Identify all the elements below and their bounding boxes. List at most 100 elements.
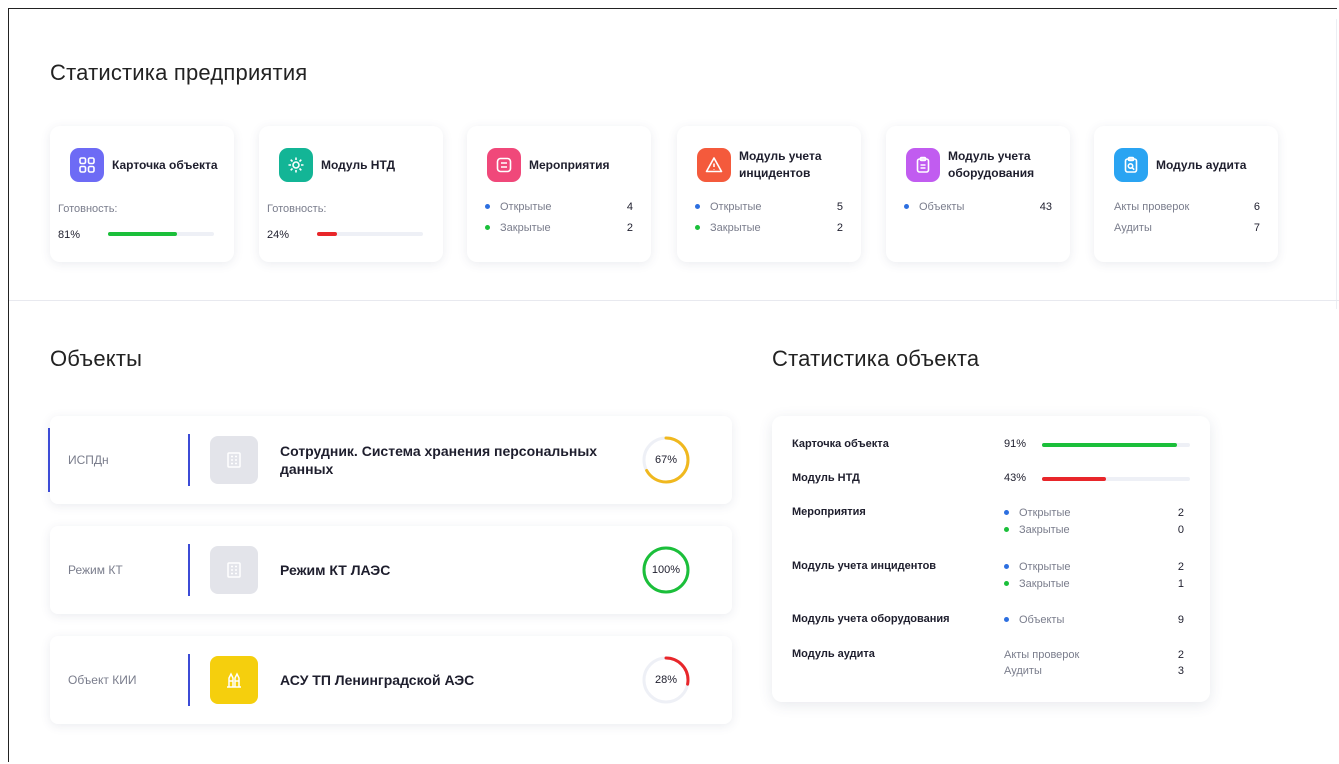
stat-incidents-label: Модуль учета инцидентов [792,560,937,572]
stat-events-label: Мероприятия [792,506,866,518]
closed-dot [1004,526,1009,532]
audits-row: Аудиты 7 [1114,222,1260,234]
closed-dot [1004,580,1009,586]
stat-equipment-objects: Объекты 9 [1004,614,1184,626]
closed-label: Закрытые [500,222,551,234]
divider [188,434,190,486]
objects-title: Объекты [50,346,143,371]
divider [188,654,190,706]
progress-percent: 100% [651,564,681,576]
object-stats-card: Карточка объекта 91% Модуль НТД 43% Меро… [772,416,1210,702]
open-value: 2 [1177,507,1184,519]
closed-row: Закрытые 2 [695,222,843,234]
object-row[interactable]: Режим КТ Режим КТ ЛАЭС 100% [50,526,732,614]
progress-ring: 28% [642,656,690,704]
stat-equipment-label: Модуль учета оборудования [792,613,950,625]
object-category: ИСПДн [68,453,109,467]
stat-incidents-open: Открытые 2 [1004,561,1184,573]
open-dot [695,203,700,209]
clipboard-icon [906,148,940,182]
stat-audit-label: Модуль аудита [792,648,875,660]
objects-value: 43 [1039,201,1052,213]
objects-value: 9 [1177,614,1184,626]
stat-card-label: Карточка объекта [792,438,889,450]
stat-card-bar [1042,443,1190,447]
stat-ntd-label: Модуль НТД [792,472,860,484]
progress-percent: 28% [654,674,678,686]
gear-icon [279,148,313,182]
progress-percent: 67% [654,454,678,466]
object-name: Сотрудник. Система хранения персональных… [280,443,598,477]
card-equipment[interactable]: Модуль учета оборудования Объекты 43 [886,126,1070,262]
stat-incidents-closed: Закрытые 1 [1004,578,1184,590]
open-label: Открытые [1019,561,1071,573]
progress-ring: 100% [642,546,690,594]
section-divider [9,300,1339,301]
acts-value: 2 [1177,649,1184,661]
card-title: Модуль НТД [321,157,396,172]
closed-dot [485,224,490,230]
objects-dot [1004,616,1009,622]
readiness-label: Готовность: [267,203,327,215]
stat-ntd-percent: 43% [1004,472,1027,484]
open-value: 5 [836,201,843,213]
acts-row: Акты проверок 6 [1114,201,1260,213]
divider [188,544,190,596]
warning-icon [697,148,731,182]
card-incidents[interactable]: Модуль учета инцидентов Открытые 5 Закрыт… [677,126,861,262]
audits-value: 7 [1253,222,1260,234]
closed-label: Закрытые [1019,578,1070,590]
readiness-percent: 81% [58,229,81,241]
readiness-percent: 24% [267,229,290,241]
object-name: АСУ ТП Ленинградской АЭС [280,672,475,688]
closed-value: 0 [1177,524,1184,536]
acts-label: Акты проверок [1114,201,1190,213]
acts-value: 6 [1253,201,1260,213]
object-category: Объект КИИ [68,673,137,687]
card-object-card[interactable]: Карточка объекта Готовность: 81% [50,126,234,262]
closed-value: 2 [836,222,843,234]
open-row: Открытые 5 [695,201,843,213]
objects-dot [904,203,909,209]
open-label: Открытые [1019,507,1071,519]
card-ntd-module[interactable]: Модуль НТД Готовность: 24% [259,126,443,262]
building-icon [210,546,258,594]
progress-ring: 67% [642,436,690,484]
open-label: Открытые [710,201,762,213]
closed-dot [695,224,700,230]
objects-label: Объекты [1019,614,1065,626]
object-category: Режим КТ [68,563,123,577]
stat-audit-acts: Акты проверок 2 [1004,649,1184,661]
object-name: Режим КТ ЛАЭС [280,562,391,578]
objects-row: Объекты 43 [904,201,1052,213]
open-dot [485,203,490,209]
acts-label: Акты проверок [1004,649,1080,661]
power-plant-icon [210,656,258,704]
closed-value: 2 [626,222,633,234]
open-label: Открытые [500,201,552,213]
card-title: Модуль учета инцидентов [739,149,822,180]
object-stats-title: Статистика объекта [772,346,980,371]
readiness-bar [317,232,423,236]
open-value: 2 [1177,561,1184,573]
audits-value: 3 [1177,665,1184,677]
stat-card-bar-fill [1042,443,1177,447]
building-icon [210,436,258,484]
stat-events-closed: Закрытые 0 [1004,524,1184,536]
audits-label: Аудиты [1114,222,1152,234]
object-row[interactable]: ИСПДн Сотрудник. Система хранения персон… [48,416,732,504]
closed-value: 1 [1177,578,1184,590]
stat-events-open: Открытые 2 [1004,507,1184,519]
open-dot [1004,563,1009,569]
object-row[interactable]: Объект КИИ АСУ ТП Ленинградской АЭС 28% [50,636,732,724]
checklist-icon [487,148,521,182]
open-value: 4 [626,201,633,213]
audits-label: Аудиты [1004,665,1042,677]
card-events[interactable]: Мероприятия Открытые 4 Закрытые 2 [467,126,651,262]
closed-label: Закрытые [710,222,761,234]
stat-ntd-bar-fill [1042,477,1106,481]
card-audit[interactable]: Модуль аудита Акты проверок 6 Аудиты 7 [1094,126,1278,262]
objects-label: Объекты [919,201,965,213]
open-row: Открытые 4 [485,201,633,213]
card-title: Мероприятия [529,157,610,172]
